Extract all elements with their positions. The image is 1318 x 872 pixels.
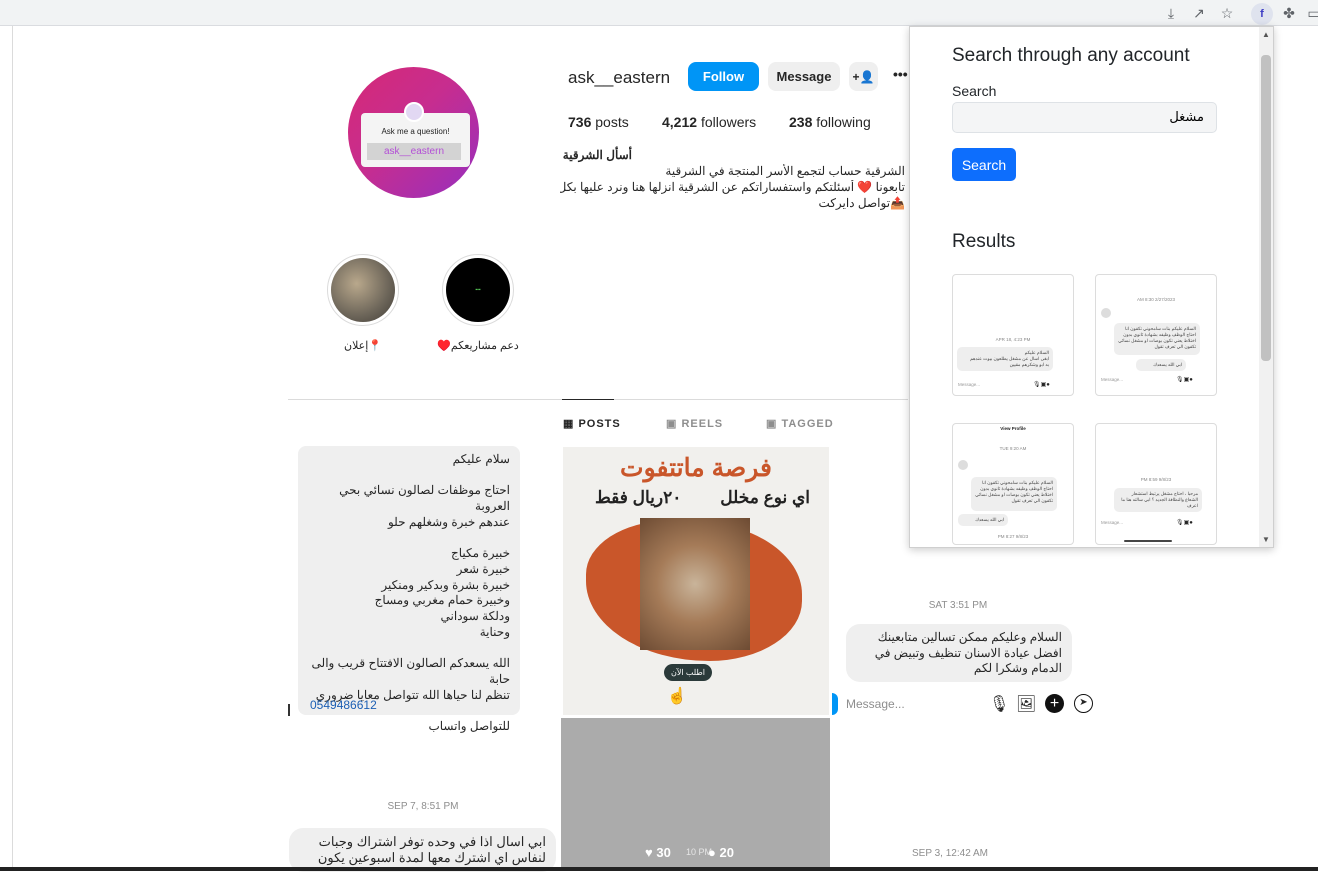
profile-username: ask__eastern	[568, 68, 671, 87]
bookmark-star-icon[interactable]: ☆	[1218, 4, 1236, 22]
following-stat[interactable]: 238 following	[789, 114, 871, 130]
result-4-input: Message...	[1101, 520, 1124, 525]
result-2-input: Message...	[1101, 377, 1124, 382]
post-clinic-time: SAT 3:51 PM	[928, 600, 988, 611]
bio-line-3: 📤تواصل دايركت	[818, 196, 905, 210]
bio-line-1: الشرقية حساب لتجمع الأسر المنتجة في الشر…	[665, 164, 905, 178]
search-extension-popup: Search through any account Search Search…	[909, 26, 1274, 548]
result-card-1[interactable]: APR 18, 4:23 PM السلام عليكم ابغى اسال ع…	[952, 274, 1074, 396]
compass-icon[interactable]: ➤	[1074, 694, 1093, 713]
tab-tagged[interactable]: ▣ TAGGED	[766, 417, 834, 430]
follow-button[interactable]: Follow	[688, 62, 759, 91]
puzzle-extensions-icon[interactable]: ✤	[1280, 4, 1298, 22]
result-card-2[interactable]: 2/27/2023 8:30 AM السلام عليكم بنات سامح…	[1095, 274, 1217, 396]
result-3-footer: 9/8/23 8:27 PM	[997, 534, 1029, 539]
highlight-ad[interactable]	[327, 254, 399, 326]
post-job-phone[interactable]: 0549486612	[310, 698, 377, 712]
message-bar-edge	[832, 693, 838, 715]
highlight-support-thumbnail: ▪▪▪	[475, 287, 481, 293]
result-2-icons: 🎙▣●	[1176, 377, 1193, 383]
popup-scrollbar[interactable]: ▲ ▼	[1259, 27, 1273, 547]
result-1-icons: 🎙▣●	[1033, 382, 1050, 388]
posts-stat[interactable]: 736 posts	[568, 114, 629, 130]
comment-icon: ●	[708, 845, 720, 860]
promo-food-photo	[640, 518, 750, 650]
result-3-avatar	[958, 460, 968, 470]
result-card-4[interactable]: 9/8/23 8:59 PM مرحبا ، احتاج مشغل يرتبط …	[1095, 423, 1217, 545]
left-divider	[12, 26, 13, 871]
highlight-ad-label: 📍إعلان	[344, 340, 382, 352]
results-heading: Results	[952, 231, 1016, 252]
bottom-edge	[0, 867, 1318, 871]
promo-subtitle-1: اي نوع مخلل	[720, 488, 810, 507]
result-4-icons: 🎙▣●	[1176, 520, 1193, 526]
result-2-text: السلام عليكم بنات سامحوني تكفون انا احتا…	[1114, 323, 1200, 355]
reels-icon: ▣	[666, 418, 682, 430]
result-3-header: View Profile	[1000, 426, 1026, 431]
avatar-tag: ask__eastern	[367, 143, 461, 160]
text-cursor	[288, 704, 290, 716]
image-icon[interactable]: 🖼	[1016, 694, 1036, 714]
browser-toolbar: ⤓ ↗ ☆ f ✤ ▭	[0, 0, 1318, 26]
result-1-text: السلام عليكم ابغى اسال عن مشغل يطلعون بي…	[957, 347, 1053, 371]
result-2-reply: ابي الله يسعدك	[1136, 359, 1186, 371]
promo-title: فرصة ماتتفوت	[620, 454, 772, 482]
post-meals-text: ابي اسال اذا في وحده توفر اشتراك وجبات ل…	[289, 828, 556, 872]
search-input[interactable]	[952, 102, 1217, 133]
followers-stat[interactable]: 4,212 followers	[662, 114, 756, 130]
result-2-date: 2/27/2023 8:30 AM	[1136, 297, 1176, 302]
highlight-support[interactable]: ▪▪▪	[442, 254, 514, 326]
bio-line-2: تابعونا ❤️ أسئلتكم واستفساراتكم عن الشرق…	[560, 180, 905, 194]
search-button[interactable]: Search	[952, 148, 1016, 181]
result-3-reply: ابي الله يسعدك	[958, 514, 1008, 526]
message-input[interactable]: Message...	[846, 697, 905, 711]
result-4-text: مرحبا ، احتاج مشغل يرتبط استشعار الشعاع …	[1114, 488, 1202, 512]
promo-order-button[interactable]: اطلب الآن	[664, 664, 712, 681]
result-2-avatar	[1101, 308, 1111, 318]
post-clinic-text: السلام وعليكم ممكن تسالين متابعينك افضل …	[846, 624, 1072, 682]
tagged-icon: ▣	[766, 418, 782, 430]
post-last-time: SEP 3, 12:42 AM	[912, 848, 988, 859]
heart-icon: ♥	[645, 845, 657, 860]
add-person-icon: +👤	[852, 69, 875, 84]
search-label: Search	[952, 83, 997, 99]
result-3-date: TUE 9:20 AM	[999, 446, 1027, 451]
avatar-caption: Ask me a question!	[381, 127, 450, 136]
result-1-input: Message...	[958, 382, 981, 387]
home-indicator	[1124, 540, 1172, 542]
scroll-down-icon[interactable]: ▼	[1262, 535, 1270, 544]
active-tab-indicator	[562, 399, 614, 400]
extension-icon[interactable]: f	[1251, 3, 1273, 25]
share-icon[interactable]: ↗	[1190, 4, 1208, 22]
popup-title: Search through any account	[952, 45, 1190, 66]
result-1-date: APR 18, 4:23 PM	[995, 337, 1031, 342]
window-icon[interactable]: ▭	[1305, 4, 1318, 22]
install-icon[interactable]: ⤓	[1162, 4, 1180, 22]
profile-display-name: أسأل الشرقية	[562, 148, 632, 162]
likes-overlay: ♥ 30	[645, 845, 671, 860]
tab-posts[interactable]: ▦ POSTS	[563, 417, 621, 430]
result-3-text: السلام عليكم بنات سامحوني تكفون انا احتا…	[971, 477, 1057, 511]
result-card-3[interactable]: View Profile TUE 9:20 AM السلام عليكم بن…	[952, 423, 1074, 545]
hand-cursor-icon: ☝	[667, 688, 687, 705]
add-icon[interactable]: +	[1045, 694, 1064, 713]
post-job-text: سلام عليكم احتاج موظفات لصالون نسائي بحي…	[311, 452, 510, 733]
microphone-icon[interactable]: 🎙	[989, 694, 1009, 714]
suggest-user-button[interactable]: +👤	[849, 62, 878, 91]
tab-reels[interactable]: ▣ REELS	[666, 417, 723, 430]
message-bar: Message... 🎙 🖼 + ➤	[832, 689, 1102, 719]
avatar-dot	[404, 102, 424, 122]
comments-overlay: ● 20	[708, 845, 734, 860]
highlight-support-label: دعم مشاريعكم♥️	[437, 340, 519, 352]
more-options-button[interactable]: •••	[893, 66, 908, 82]
post-meals-time: SEP 7, 8:51 PM	[387, 801, 459, 812]
highlight-ad-thumbnail	[331, 258, 395, 322]
scroll-up-icon[interactable]: ▲	[1262, 30, 1270, 39]
scrollbar-thumb[interactable]	[1261, 55, 1271, 361]
grid-icon: ▦	[563, 418, 579, 430]
promo-subtitle-2: ٢٠ريال فقط	[595, 488, 682, 507]
message-button[interactable]: Message	[768, 62, 840, 91]
result-4-date: 9/8/23 8:59 PM	[1140, 477, 1172, 482]
